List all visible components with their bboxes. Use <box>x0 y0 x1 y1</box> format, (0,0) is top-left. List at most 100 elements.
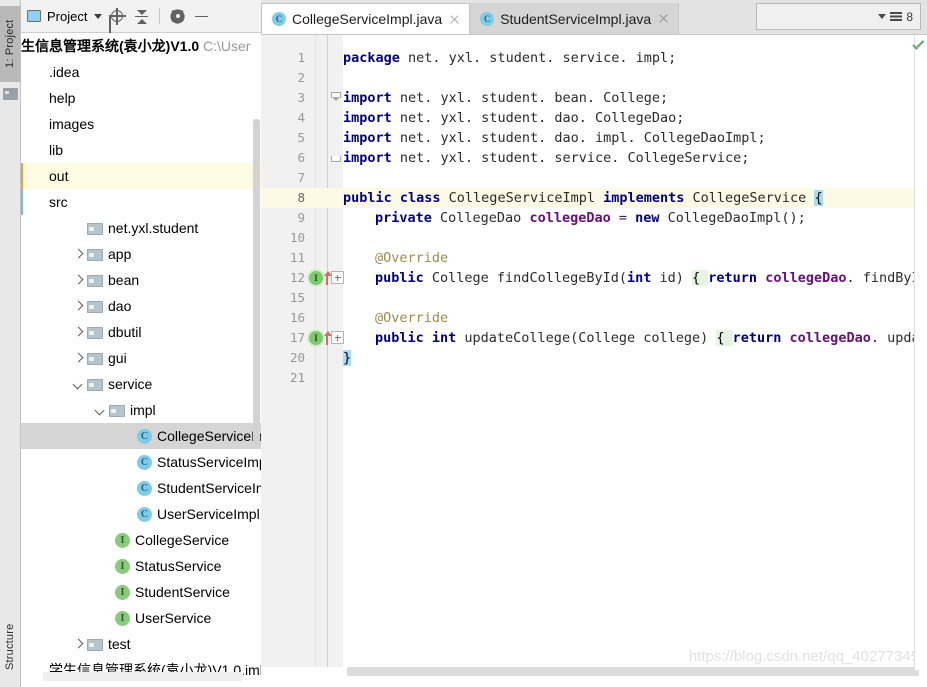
code-token: return <box>708 270 766 286</box>
folder-icon <box>87 301 103 313</box>
folder-icon <box>87 379 103 391</box>
code-line[interactable]: 21 <box>261 368 927 388</box>
code-line[interactable]: 11 @Override <box>261 248 927 268</box>
strip-button-project[interactable]: 1: Project <box>0 6 20 82</box>
code-line[interactable]: 12 Ipublic College findCollegeById(int id… <box>261 268 927 288</box>
tree-node-v1-0[interactable]: 生信息管理系统(袁小龙)V1.0 C:\User <box>21 33 261 59</box>
chevron-right-icon[interactable] <box>71 324 87 340</box>
code-editor[interactable]: 1 package net. yxl. student. service. imp… <box>261 35 927 687</box>
interface-marker-icon[interactable]: I <box>309 271 323 285</box>
editor-horizontal-scrollbar[interactable] <box>347 667 919 676</box>
code-text: @Override <box>343 248 448 268</box>
code-line[interactable]: 20} <box>261 348 927 368</box>
line-number: 3 <box>297 90 305 105</box>
code-token: public int <box>375 330 465 346</box>
project-folder-icon <box>3 88 18 100</box>
chevron-right-icon[interactable] <box>71 272 87 288</box>
inspection-ok-icon[interactable] <box>912 42 925 53</box>
tree-node-statusservice[interactable]: I StatusService <box>21 553 261 579</box>
chevron-right-icon[interactable] <box>71 636 87 652</box>
tree-node-net-yxl-student[interactable]: net.yxl.student <box>21 215 261 241</box>
code-line[interactable]: 10 <box>261 228 927 248</box>
tree-node-src[interactable]: src <box>21 189 261 215</box>
tree-node-lib[interactable]: lib <box>21 137 261 163</box>
editor-tab-label: CollegeServiceImpl.java <box>292 11 443 27</box>
chevron-down-icon[interactable] <box>878 14 887 19</box>
editor-tab-collegeserviceimpl[interactable]: C CollegeServiceImpl.java <box>261 3 471 34</box>
code-line[interactable]: 17 Ipublic int updateCollege(College coll… <box>261 328 927 348</box>
chevron-down-icon[interactable] <box>71 376 87 392</box>
strip-button-structure[interactable]: Structure <box>0 612 20 682</box>
tree-node-images[interactable]: images <box>21 111 261 137</box>
chevron-right-icon[interactable] <box>71 246 87 262</box>
tree-node-label: impl <box>130 402 156 418</box>
tree-node-userserviceimpl[interactable]: C UserServiceImpl <box>21 501 261 527</box>
close-icon[interactable] <box>448 13 461 26</box>
tree-node-app[interactable]: app <box>21 241 261 267</box>
tab-list-button[interactable]: 8 <box>756 3 921 30</box>
tree-node-label: CollegeService <box>135 532 230 548</box>
code-text: } <box>343 348 352 368</box>
tree-node-collegeservice[interactable]: I CollegeService <box>21 527 261 553</box>
code-line[interactable]: 4 import net. yxl. student. dao. CollegeD… <box>261 108 927 128</box>
tree-node-collegeserviceimpl[interactable]: C CollegeServiceImpl <box>21 423 261 449</box>
code-line[interactable]: 6 import net. yxl. student. service. Coll… <box>261 148 927 168</box>
code-line[interactable]: 2 <box>261 68 927 88</box>
code-line[interactable]: 8 public class CollegeServiceImpl impleme… <box>261 188 927 208</box>
collapse-fold-icon[interactable] <box>331 92 342 103</box>
project-tree[interactable]: 生信息管理系统(袁小龙)V1.0 C:\User .idea help images l… <box>21 33 261 687</box>
inspection-strip[interactable] <box>914 35 927 670</box>
tree-vertical-scrollbar[interactable] <box>253 119 260 449</box>
tree-node-help[interactable]: help <box>21 85 261 111</box>
code-line[interactable]: 7 <box>261 168 927 188</box>
line-number: 12 <box>289 270 305 285</box>
chevron-right-icon[interactable] <box>71 298 87 314</box>
tree-node-impl[interactable]: impl <box>21 397 261 423</box>
code-line[interactable]: 16 @Override <box>261 308 927 328</box>
tree-node-statusserviceimpl[interactable]: C StatusServiceImpl <box>21 449 261 475</box>
tree-node-out[interactable]: out <box>21 163 261 189</box>
gear-icon[interactable] <box>169 8 186 25</box>
collapse-all-icon[interactable] <box>133 8 150 25</box>
locate-icon[interactable] <box>109 7 127 25</box>
chevron-right-icon[interactable] <box>71 350 87 366</box>
code-line[interactable]: 1 package net. yxl. student. service. imp… <box>261 48 927 68</box>
editor-tab-studentserviceimpl[interactable]: C StudentServiceImpl.java <box>470 3 680 34</box>
minimize-icon[interactable] <box>193 8 210 25</box>
chevron-down-icon[interactable] <box>94 13 103 19</box>
tab-list-icon[interactable] <box>890 12 903 21</box>
code-line[interactable]: 15 <box>261 288 927 308</box>
tree-node-studentserviceimpl[interactable]: C StudentServiceImpl <box>21 475 261 501</box>
tree-node-bean[interactable]: bean <box>21 267 261 293</box>
tree-node-label: net.yxl.student <box>108 220 199 236</box>
tree-node-idea[interactable]: .idea <box>21 59 261 85</box>
tree-node-label: dbutil <box>108 324 142 340</box>
toolbar-divider <box>159 8 161 24</box>
folder-icon <box>87 639 103 651</box>
tree-twisty-spacer <box>71 220 87 236</box>
code-line[interactable]: 9 private CollegeDao collegeDao = new Col… <box>261 208 927 228</box>
code-line[interactable]: 5 import net. yxl. student. dao. impl. Co… <box>261 128 927 148</box>
code-line[interactable]: 3 import net. yxl. student. bean. College… <box>261 88 927 108</box>
project-view-selector[interactable]: Project <box>27 9 103 24</box>
tree-node-test[interactable]: test <box>21 631 261 657</box>
tree-node-studentservice[interactable]: I StudentService <box>21 579 261 605</box>
chevron-down-icon[interactable] <box>93 402 109 418</box>
code-token: { <box>716 330 733 346</box>
tree-node-label: out <box>49 168 69 184</box>
tree-node-gui[interactable]: gui <box>21 345 261 371</box>
folder-icon <box>87 275 103 287</box>
tree-node-service[interactable]: service <box>21 371 261 397</box>
tree-node-userservice[interactable]: I UserService <box>21 605 261 631</box>
code-token: import <box>343 130 400 146</box>
tree-node-dbutil[interactable]: dbutil <box>21 319 261 345</box>
tree-horizontal-scrollbar[interactable] <box>43 672 243 681</box>
close-icon[interactable] <box>657 12 670 25</box>
tree-node-dao[interactable]: dao <box>21 293 261 319</box>
interface-marker-icon[interactable]: I <box>309 331 323 345</box>
collapse-fold-end-icon[interactable] <box>331 152 342 163</box>
code-token: id) <box>659 270 693 286</box>
